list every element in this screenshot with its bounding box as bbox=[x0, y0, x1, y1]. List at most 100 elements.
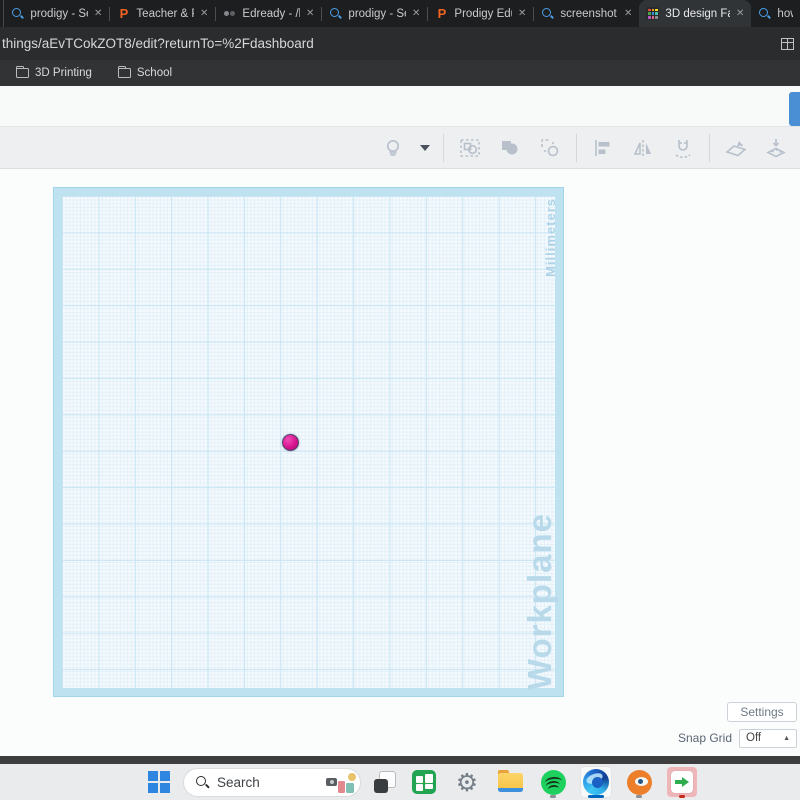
close-icon[interactable]: ✕ bbox=[200, 8, 208, 19]
ungroup-icon[interactable] bbox=[530, 133, 570, 163]
green-arrow-app-icon bbox=[671, 771, 693, 793]
ball-art-icon bbox=[348, 773, 356, 781]
active-window-indicator bbox=[588, 795, 604, 798]
settings-app-icon[interactable]: ⚙ bbox=[452, 767, 482, 797]
close-icon[interactable]: ✕ bbox=[624, 8, 632, 19]
editor-canvas[interactable]: Millimeters Workplane Settings Snap Grid… bbox=[0, 169, 800, 756]
close-icon[interactable]: ✕ bbox=[94, 8, 102, 19]
workplane-tool-icon[interactable] bbox=[716, 133, 756, 163]
windows-taskbar: Search ⚙ bbox=[0, 764, 800, 800]
toolbar-divider bbox=[443, 133, 444, 162]
bookmark-folder-3d-printing[interactable]: 3D Printing bbox=[15, 65, 92, 79]
show-all-caret-icon[interactable] bbox=[413, 133, 437, 163]
attention-indicator bbox=[679, 795, 685, 798]
units-label: Millimeters bbox=[543, 198, 558, 277]
sphere-object[interactable] bbox=[282, 434, 299, 451]
tab-edready[interactable]: Edready - /lo ✕ bbox=[216, 0, 321, 27]
bookmark-label: 3D Printing bbox=[35, 67, 92, 79]
search-placeholder: Search bbox=[217, 774, 260, 790]
tab-title: 3D design Fa bbox=[665, 7, 731, 20]
search-icon bbox=[196, 775, 209, 789]
tab-how-search[interactable]: how l bbox=[751, 0, 800, 27]
tinkercad-favicon-icon bbox=[646, 7, 660, 20]
folder-icon bbox=[117, 65, 131, 78]
tab-title: how l bbox=[777, 7, 793, 20]
close-icon[interactable]: ✕ bbox=[306, 8, 314, 19]
tab-screenshot-search[interactable]: screenshot o ✕ bbox=[534, 0, 639, 27]
snap-grid-select[interactable]: Off ▲ bbox=[739, 728, 797, 748]
bookmark-label: School bbox=[136, 67, 173, 79]
header-blue-button-cutoff[interactable] bbox=[789, 92, 800, 126]
select-group-icon[interactable] bbox=[450, 133, 490, 163]
snap-grid-value: Off bbox=[746, 732, 762, 744]
snap-grid-row: Snap Grid Off ▲ bbox=[640, 728, 797, 748]
workplane-label: Workplane bbox=[521, 512, 558, 690]
task-view-icon[interactable] bbox=[374, 771, 396, 793]
prodigy-favicon-icon: P bbox=[119, 6, 129, 21]
search-favicon-icon bbox=[541, 7, 554, 20]
start-button-icon[interactable] bbox=[148, 771, 170, 793]
prodigy-favicon-icon: P bbox=[437, 6, 447, 21]
bookmark-folder-school[interactable]: School bbox=[117, 65, 173, 79]
tinkercad-page-header bbox=[0, 86, 800, 127]
tab-prodigy-search-2[interactable]: prodigy - Se ✕ bbox=[322, 0, 427, 27]
tab-title: screenshot o bbox=[560, 7, 618, 20]
browser-tab-bar: prodigy - Se ✕ P Teacher & Pa ✕ Edready … bbox=[0, 0, 800, 27]
camera-art-icon bbox=[326, 778, 337, 786]
tab-title: Teacher & Pa bbox=[136, 7, 194, 20]
url-text[interactable]: things/aEvTCokZOT8/edit?returnTo=%2Fdash… bbox=[0, 36, 781, 51]
close-icon[interactable]: ✕ bbox=[518, 8, 526, 19]
snap-magnet-icon[interactable] bbox=[663, 133, 703, 163]
edge-browser-icon[interactable] bbox=[581, 767, 611, 798]
snap-grid-label: Snap Grid bbox=[677, 731, 732, 745]
spotify-icon[interactable] bbox=[538, 767, 568, 798]
caret-up-icon: ▲ bbox=[783, 734, 790, 742]
tab-title: Edready - /lo bbox=[242, 7, 300, 20]
show-all-lightbulb-icon[interactable] bbox=[373, 133, 413, 163]
tab-3d-design-active[interactable]: 3D design Fa ✕ bbox=[639, 0, 752, 27]
spotify-logo-icon bbox=[540, 769, 566, 795]
align-icon[interactable] bbox=[583, 133, 623, 163]
window-bottom-frame bbox=[0, 756, 800, 764]
close-icon[interactable]: ✕ bbox=[736, 8, 744, 19]
workplane-grid[interactable] bbox=[62, 196, 555, 688]
ruler-tool-icon[interactable] bbox=[756, 133, 796, 163]
search-favicon-icon bbox=[11, 7, 24, 20]
tab-title: Prodigy Edu bbox=[454, 7, 513, 20]
bookmarks-bar: 3D Printing School bbox=[0, 60, 800, 86]
toolbar-divider bbox=[576, 133, 577, 162]
green-tiles-icon bbox=[412, 770, 436, 794]
address-bar[interactable]: things/aEvTCokZOT8/edit?returnTo=%2Fdash… bbox=[0, 27, 800, 60]
attention-app-icon[interactable] bbox=[667, 767, 697, 798]
toolbar-divider bbox=[709, 133, 710, 162]
bag-art-icon bbox=[346, 783, 354, 793]
tab-prodigy-search-1[interactable]: prodigy - Se ✕ bbox=[4, 0, 109, 27]
workspaces-grid-icon[interactable] bbox=[781, 37, 794, 50]
workplane[interactable]: Millimeters Workplane bbox=[53, 187, 564, 697]
running-indicator bbox=[636, 795, 642, 798]
running-indicator bbox=[550, 795, 556, 798]
gear-icon: ⚙ bbox=[455, 767, 479, 797]
settings-button[interactable]: Settings bbox=[727, 702, 797, 722]
suitcase-art-icon bbox=[338, 781, 345, 793]
tab-teacher-parent[interactable]: P Teacher & Pa ✕ bbox=[110, 0, 215, 27]
folder-icon bbox=[15, 65, 29, 78]
close-icon[interactable]: ✕ bbox=[412, 8, 420, 19]
taskbar-search-box[interactable]: Search bbox=[183, 767, 361, 797]
edge-logo-icon bbox=[583, 769, 609, 795]
settings-button-label: Settings bbox=[740, 705, 784, 719]
search-highlight-art bbox=[326, 771, 356, 793]
search-favicon-icon bbox=[758, 7, 771, 20]
blender-logo-icon bbox=[626, 769, 652, 795]
mirror-icon[interactable] bbox=[623, 133, 663, 163]
group-icon[interactable] bbox=[490, 133, 530, 163]
tab-title: prodigy - Se bbox=[30, 7, 89, 20]
widgets-app-icon[interactable] bbox=[409, 767, 439, 797]
edready-favicon-icon bbox=[223, 7, 236, 20]
file-explorer-icon[interactable] bbox=[495, 767, 525, 797]
editor-toolbar bbox=[0, 127, 800, 169]
blender-icon[interactable] bbox=[624, 767, 654, 798]
tab-prodigy-edu[interactable]: P Prodigy Edu ✕ bbox=[428, 0, 533, 27]
search-favicon-icon bbox=[329, 7, 342, 20]
folder-icon bbox=[497, 769, 523, 792]
